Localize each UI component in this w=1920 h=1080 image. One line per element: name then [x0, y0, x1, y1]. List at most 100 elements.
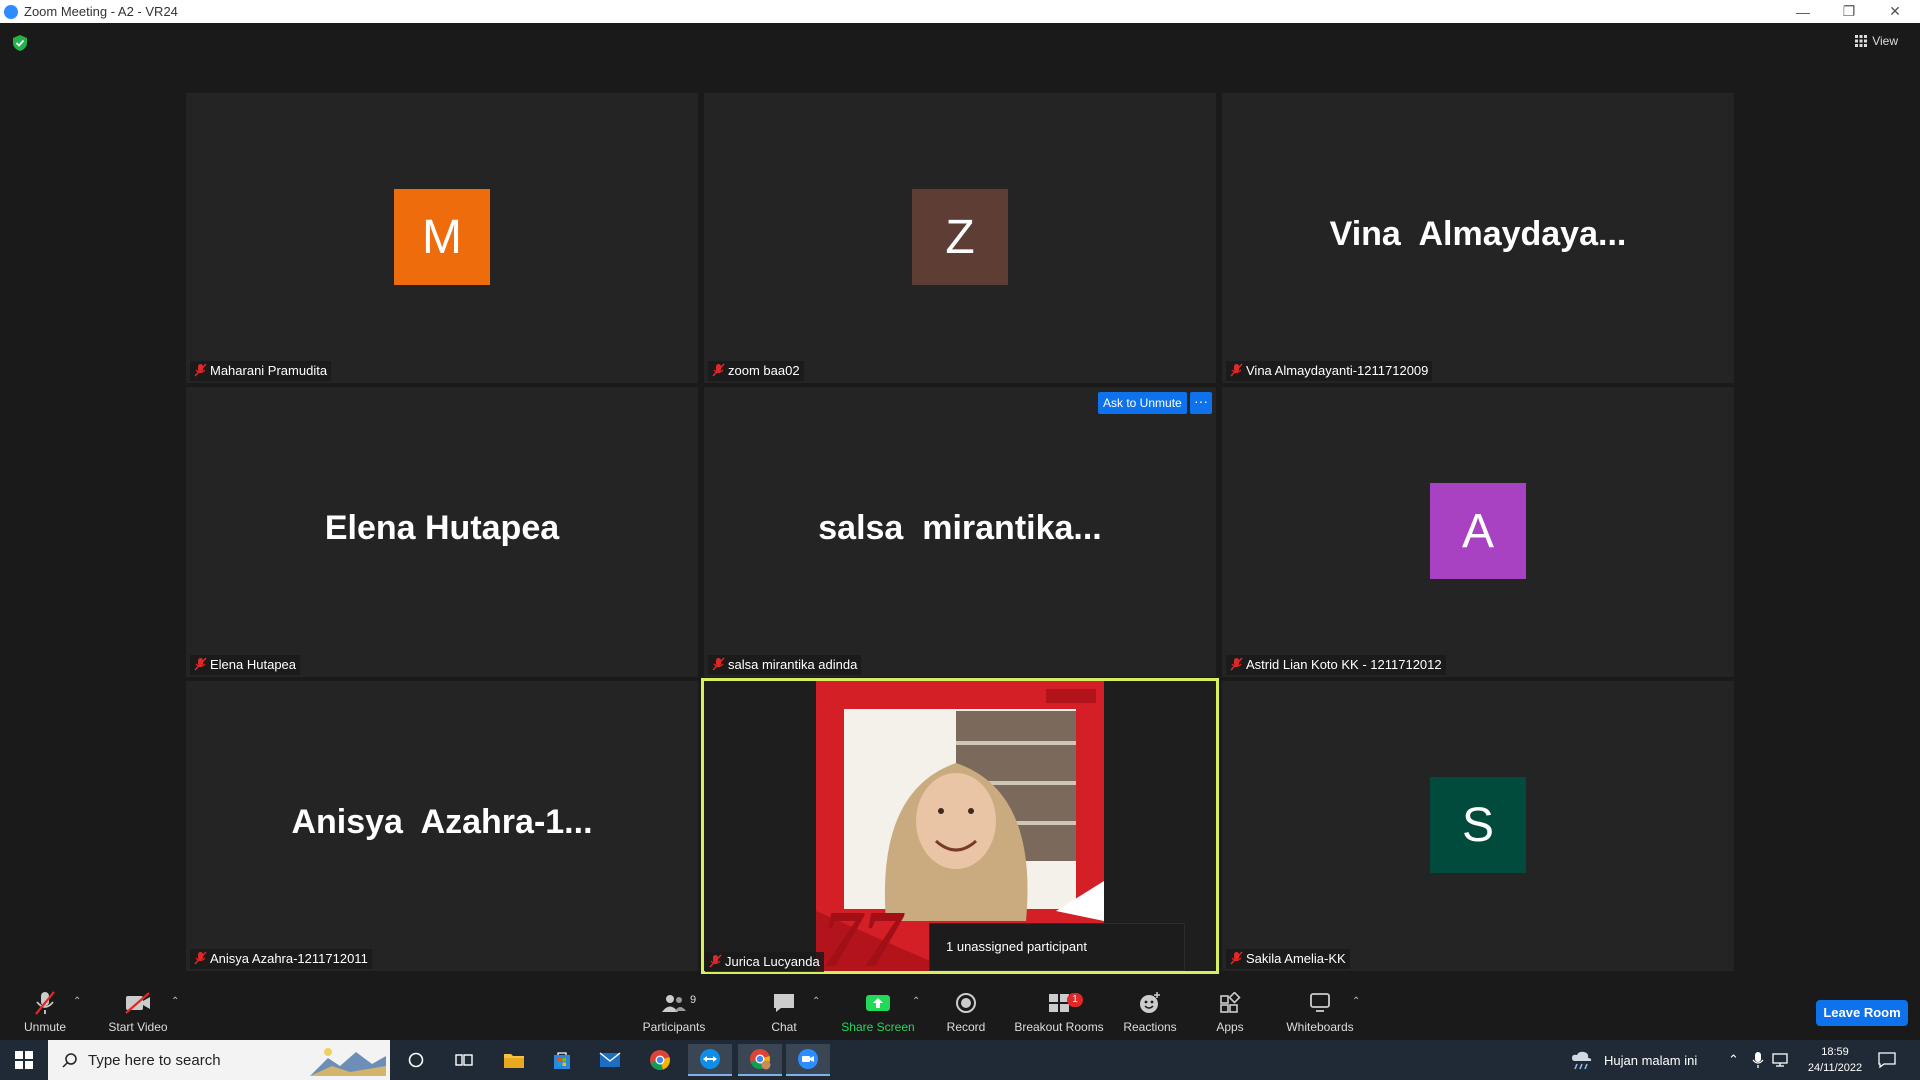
participants-icon	[662, 995, 686, 1012]
restore-button[interactable]: ❐	[1826, 0, 1872, 23]
muted-mic-icon	[712, 657, 725, 671]
participant-name-label: Sakila Amelia-KK	[1226, 949, 1350, 969]
muted-mic-icon	[194, 363, 207, 377]
windows-start-button[interactable]	[2, 1044, 46, 1076]
participant-name-label: salsa mirantika adinda	[708, 655, 862, 675]
microphone-tray-button[interactable]	[1752, 1040, 1764, 1080]
start-video-button[interactable]: Start Video	[102, 982, 174, 1040]
ask-to-unmute-button[interactable]: Ask to Unmute	[1098, 392, 1187, 414]
participant-tile[interactable]: M Maharani Pramudita	[186, 93, 698, 383]
participant-big-name: Anisya Azahra-1...	[291, 803, 593, 841]
teamviewer-button[interactable]	[688, 1044, 732, 1076]
participant-tile[interactable]: Vina Almaydaya... Vina Almaydayanti-1211…	[1222, 93, 1734, 383]
store-bag-icon	[554, 1052, 570, 1069]
whiteboard-icon	[1310, 993, 1330, 1012]
participant-tile[interactable]: S Sakila Amelia-KK	[1222, 681, 1734, 971]
chevron-up-icon: ⌃	[1728, 1052, 1739, 1067]
chat-bubble-icon	[774, 994, 794, 1012]
show-hidden-icons-button[interactable]: ⌃	[1728, 1040, 1739, 1080]
record-button[interactable]: Record	[940, 982, 992, 1040]
close-button[interactable]: ✕	[1872, 0, 1918, 23]
cortana-circle-icon	[408, 1052, 424, 1068]
participant-name-label: Maharani Pramudita	[190, 361, 332, 381]
participant-big-name: Vina Almaydaya...	[1329, 215, 1627, 253]
video-options-caret-icon[interactable]: ⌃	[171, 996, 179, 1007]
breakout-rooms-button[interactable]: Breakout Rooms	[1012, 982, 1106, 1040]
whiteboard-options-caret-icon[interactable]: ⌃	[1352, 996, 1360, 1007]
participant-name-label: Astrid Lian Koto KK - 1211712012	[1226, 655, 1446, 675]
avatar: M	[394, 189, 490, 285]
muted-mic-icon	[194, 951, 207, 965]
unmute-button[interactable]: Unmute	[14, 982, 76, 1040]
search-icon	[62, 1053, 77, 1068]
more-options-button[interactable]: ···	[1190, 392, 1212, 414]
apps-button[interactable]: Apps	[1210, 982, 1250, 1040]
share-screen-icon	[866, 995, 890, 1011]
share-options-caret-icon[interactable]: ⌃	[912, 996, 920, 1007]
windows-logo-icon	[15, 1051, 33, 1069]
network-icon	[1772, 1053, 1788, 1067]
encryption-shield-icon[interactable]	[13, 35, 27, 51]
participants-count-badge: 9	[690, 994, 697, 1006]
reactions-button[interactable]: Reactions	[1120, 982, 1180, 1040]
participant-tile[interactable]: Anisya Azahra-1... Anisya Azahra-1211712…	[186, 681, 698, 971]
folder-icon	[504, 1054, 524, 1068]
notifications-button[interactable]	[1878, 1040, 1896, 1080]
taskbar-clock[interactable]: 18:59 24/11/2022	[1795, 1044, 1875, 1076]
mail-envelope-icon	[599, 1052, 621, 1067]
share-screen-button[interactable]: Share Screen	[838, 982, 918, 1040]
clock-time: 18:59	[1821, 1046, 1849, 1058]
participant-tile[interactable]: Ask to Unmute ··· salsa mirantika... sal…	[704, 387, 1216, 677]
chrome-profile-button[interactable]	[738, 1044, 782, 1076]
zoom-logo-icon	[4, 4, 18, 19]
breakout-rooms-badge: 1	[1067, 993, 1083, 1007]
muted-mic-icon	[1230, 951, 1243, 965]
task-view-icon	[455, 1054, 473, 1066]
chrome-button[interactable]	[638, 1044, 682, 1076]
whiteboards-button[interactable]: Whiteboards	[1282, 982, 1358, 1040]
grid-icon	[1855, 35, 1868, 47]
svg-text:77: 77	[822, 896, 905, 971]
task-view-button[interactable]	[442, 1044, 486, 1076]
unassigned-participant-tooltip: 1 unassigned participant	[929, 923, 1185, 971]
avatar: A	[1430, 483, 1526, 579]
zoom-taskbar-button[interactable]	[786, 1044, 830, 1076]
leave-room-button[interactable]: Leave Room	[1816, 1000, 1908, 1026]
record-icon	[956, 993, 976, 1013]
muted-mic-icon	[709, 954, 722, 968]
cortana-button[interactable]	[394, 1044, 438, 1076]
participant-name-label: Vina Almaydayanti-1211712009	[1226, 361, 1433, 381]
windows-taskbar: Type here to search Hujan malam ini ⌃ 18…	[0, 1040, 1920, 1080]
window-title: Zoom Meeting - A2 - VR24	[24, 4, 178, 19]
chrome-profile-icon	[750, 1049, 771, 1070]
chat-options-caret-icon[interactable]: ⌃	[812, 996, 820, 1007]
view-button[interactable]: View	[1855, 34, 1898, 48]
chat-button[interactable]: Chat	[764, 982, 804, 1040]
participant-tile[interactable]: Z zoom baa02	[704, 93, 1216, 383]
participant-name-label: Jurica Lucyanda	[705, 952, 824, 972]
microphone-icon	[1752, 1052, 1764, 1068]
chrome-icon	[650, 1050, 670, 1070]
weather-widget[interactable]: Hujan malam ini	[1570, 1040, 1697, 1080]
network-tray-button[interactable]	[1772, 1040, 1790, 1080]
audio-options-caret-icon[interactable]: ⌃	[73, 996, 81, 1007]
clock-date: 24/11/2022	[1807, 1062, 1863, 1074]
muted-mic-icon	[35, 991, 55, 1015]
microsoft-store-button[interactable]	[540, 1044, 584, 1076]
avatar: S	[1430, 777, 1526, 873]
mail-button[interactable]	[588, 1044, 632, 1076]
muted-mic-icon	[1230, 363, 1243, 377]
participant-tile[interactable]: A Astrid Lian Koto KK - 1211712012	[1222, 387, 1734, 677]
notification-icon	[1878, 1052, 1896, 1068]
teamviewer-icon	[700, 1049, 720, 1069]
taskbar-search-input[interactable]: Type here to search	[48, 1040, 390, 1080]
participant-big-name: salsa mirantika...	[818, 509, 1102, 547]
title-bar: Zoom Meeting - A2 - VR24 — ❐ ✕	[0, 0, 1920, 23]
file-explorer-button[interactable]	[492, 1044, 536, 1076]
minimize-button[interactable]: —	[1780, 0, 1826, 23]
view-label: View	[1872, 34, 1898, 48]
smiley-icon	[1140, 992, 1160, 1013]
apps-icon	[1220, 992, 1241, 1013]
participants-button[interactable]: Participants	[636, 982, 712, 1040]
participant-tile[interactable]: Elena Hutapea Elena Hutapea	[186, 387, 698, 677]
